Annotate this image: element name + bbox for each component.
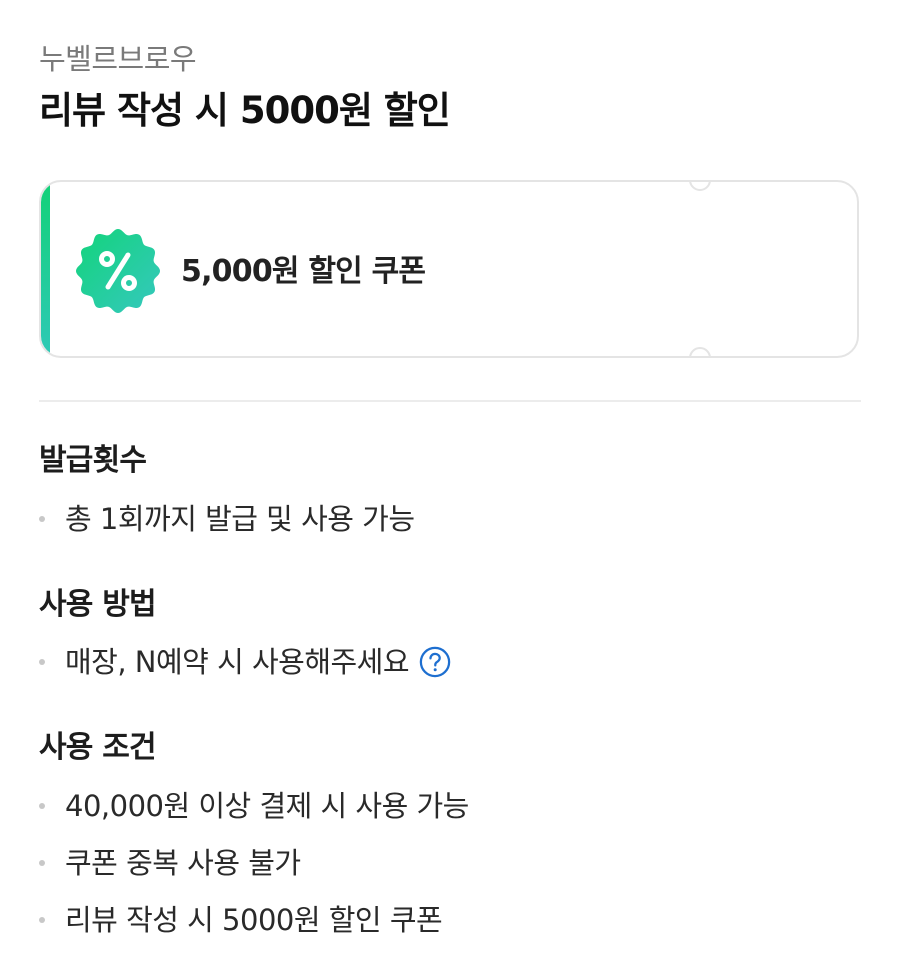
list-item: 40,000원 이상 결제 시 사용 가능 (39, 786, 469, 826)
section-title-usage-conditions: 사용 조건 (39, 730, 157, 765)
list-item: 총 1회까지 발급 및 사용 가능 (39, 499, 415, 539)
bullet-dot (39, 516, 45, 522)
list-item-text: 총 1회까지 발급 및 사용 가능 (65, 502, 415, 536)
percent-badge-icon (74, 227, 162, 315)
bullet-dot (39, 917, 45, 923)
store-name: 누벨르브로우 (39, 42, 197, 76)
list-item-text: 매장, N예약 시 사용해주세요 (65, 645, 410, 679)
coupon-notch-top (689, 182, 711, 191)
page-title: 리뷰 작성 시 5000원 할인 (39, 89, 451, 132)
list-item-text: 리뷰 작성 시 5000원 할인 쿠폰 (65, 903, 443, 937)
coupon-card[interactable]: 5,000원 할인 쿠폰 (39, 180, 859, 358)
section-title-issue-count: 발급횟수 (39, 443, 147, 478)
question-circle-icon[interactable] (419, 646, 451, 678)
list-item-text: 40,000원 이상 결제 시 사용 가능 (65, 789, 469, 823)
bullet-dot (39, 803, 45, 809)
coupon-accent-stripe (41, 182, 50, 356)
section-title-usage-method: 사용 방법 (39, 587, 157, 622)
list-item-text: 쿠폰 중복 사용 불가 (65, 846, 301, 880)
coupon-label: 5,000원 할인 쿠폰 (181, 254, 426, 289)
list-item: 쿠폰 중복 사용 불가 (39, 843, 301, 883)
bullet-dot (39, 659, 45, 665)
list-item: 리뷰 작성 시 5000원 할인 쿠폰 (39, 900, 443, 940)
list-item: 매장, N예약 시 사용해주세요 (39, 642, 451, 682)
coupon-notch-bottom (689, 347, 711, 356)
bullet-dot (39, 860, 45, 866)
divider (39, 400, 861, 402)
